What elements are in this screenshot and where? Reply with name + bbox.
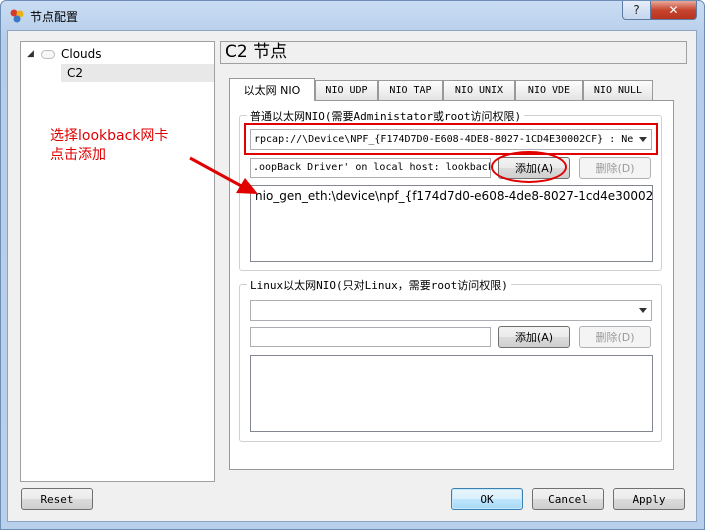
interface-description-field[interactable]: .oopBack Driver' on local host: lookback bbox=[250, 158, 491, 178]
cancel-button[interactable]: Cancel bbox=[532, 488, 604, 510]
tree-item-clouds[interactable]: ◢ Clouds bbox=[27, 45, 102, 63]
tree-item-label: Clouds bbox=[61, 47, 102, 61]
gns3-nodes-icon bbox=[10, 9, 24, 23]
help-button[interactable]: ? bbox=[622, 1, 651, 20]
annotation-highlight-ellipse bbox=[491, 151, 567, 183]
annotation-text-line1: 选择lookback网卡 bbox=[50, 128, 169, 144]
reset-button[interactable]: Reset bbox=[21, 488, 93, 510]
linux-nio-list[interactable] bbox=[250, 355, 653, 432]
tab-nio-null[interactable]: NIO NULL bbox=[583, 80, 653, 100]
node-tree[interactable]: ◢ Clouds C2 bbox=[20, 41, 215, 482]
apply-button[interactable]: Apply bbox=[613, 488, 685, 510]
tab-nio-udp[interactable]: NIO UDP bbox=[315, 80, 378, 100]
linux-delete-button[interactable]: 删除(D) bbox=[579, 326, 651, 348]
page-title: C2 节点 bbox=[220, 41, 687, 64]
dropdown-arrow-icon[interactable] bbox=[639, 308, 647, 313]
tab-nio-tap[interactable]: NIO TAP bbox=[378, 80, 443, 100]
tree-item-label: C2 bbox=[67, 66, 84, 80]
linux-interface-field[interactable] bbox=[250, 327, 491, 347]
annotation-highlight-box bbox=[244, 123, 658, 155]
list-item[interactable]: nio_gen_eth:\device\npf_{f174d7d0-e608-4… bbox=[255, 189, 652, 203]
linux-interface-combo[interactable] bbox=[250, 300, 652, 321]
ethernet-group-title: 普通以太网NIO(需要Administator或root访问权限) bbox=[247, 108, 525, 124]
tree-item-c2[interactable]: C2 bbox=[61, 64, 214, 82]
delete-button[interactable]: 删除(D) bbox=[579, 157, 651, 179]
tab-nio-unix[interactable]: NIO UNIX bbox=[443, 80, 515, 100]
ok-button[interactable]: OK bbox=[451, 488, 523, 510]
close-button[interactable]: ✕ bbox=[650, 1, 697, 20]
window-title: 节点配置 bbox=[30, 10, 79, 24]
linux-add-button[interactable]: 添加(A) bbox=[498, 326, 570, 348]
nio-list[interactable]: nio_gen_eth:\device\npf_{f174d7d0-e608-4… bbox=[250, 185, 653, 262]
title-bar[interactable]: 节点配置 ? ✕ bbox=[1, 1, 704, 31]
tab-nio-vde[interactable]: NIO VDE bbox=[515, 80, 583, 100]
tab-ethernet-nio[interactable]: 以太网 NIO bbox=[229, 78, 315, 101]
linux-group-title: Linux以太网NIO(只对Linux，需要root访问权限) bbox=[247, 277, 511, 293]
annotation-text-line2: 点击添加 bbox=[50, 147, 106, 163]
collapse-arrow-icon[interactable]: ◢ bbox=[27, 49, 41, 59]
cloud-icon bbox=[41, 49, 55, 59]
